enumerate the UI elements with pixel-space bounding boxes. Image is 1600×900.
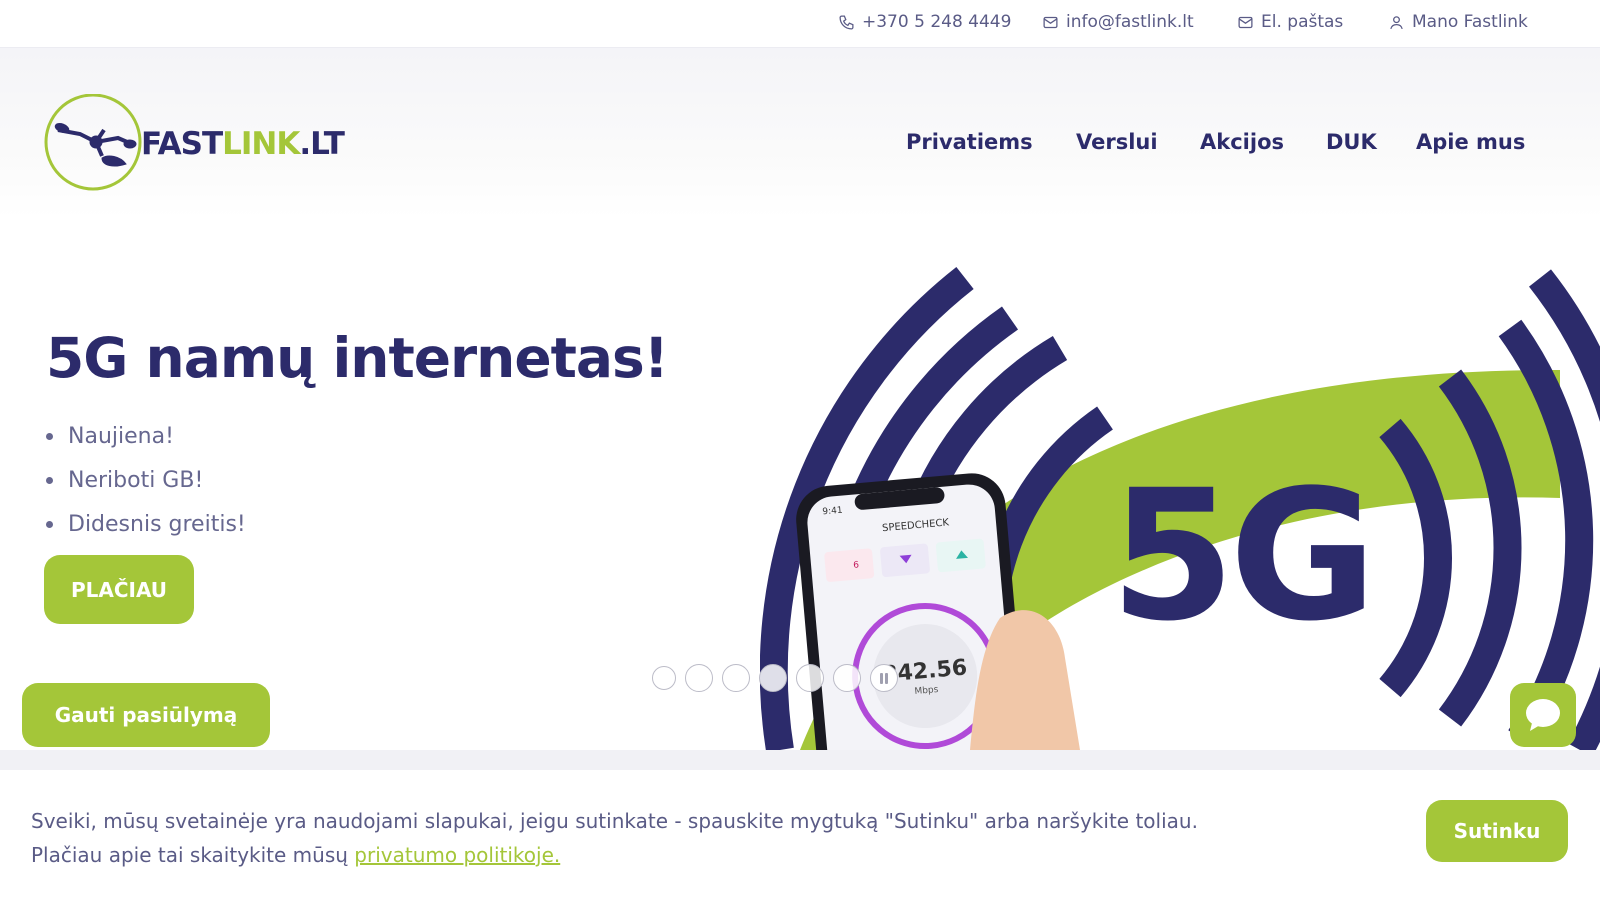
bullet-item: Neriboti GB! — [46, 458, 246, 502]
section-divider — [0, 750, 1600, 770]
hero-bullets: Naujiena! Neriboti GB! Didesnis greitis! — [46, 414, 246, 546]
account-label: Mano Fastlink — [1412, 12, 1528, 32]
cookie-line-2-prefix: Plačiau apie tai skaitykite mūsų — [31, 843, 355, 867]
art-5g-text: 5G — [1110, 452, 1371, 661]
nav-item-apie-mus[interactable]: Apie mus — [1416, 130, 1525, 154]
privacy-policy-link[interactable]: privatumo politikoje. — [354, 843, 560, 867]
more-info-button[interactable]: PLAČIAU — [44, 555, 194, 624]
cookie-banner: Sveiki, mūsų svetainėje yra naudojami sl… — [0, 770, 1600, 900]
mail-icon — [1043, 16, 1058, 28]
signal-waves-right — [1379, 269, 1600, 750]
slider-pagination — [652, 664, 898, 692]
logo-text-link: LINK — [222, 126, 301, 162]
phone-icon — [839, 14, 854, 30]
account-link[interactable]: Mano Fastlink — [1388, 12, 1528, 32]
phone-number: +370 5 248 4449 — [862, 12, 1012, 32]
email-address: info@fastlink.lt — [1066, 12, 1194, 32]
cookie-line-1: Sveiki, mūsų svetainėje yra naudojami sl… — [31, 809, 1198, 833]
get-offer-button[interactable]: Gauti pasiūlymą — [22, 683, 270, 747]
bullet-item: Naujiena! — [46, 414, 246, 458]
pause-icon[interactable] — [870, 664, 898, 692]
cookie-message: Sveiki, mūsų svetainėje yra naudojami sl… — [31, 804, 1198, 872]
nav-item-verslui[interactable]: Verslui — [1076, 130, 1158, 154]
slider-dot[interactable] — [685, 664, 713, 692]
chat-bubble-icon — [1526, 699, 1560, 731]
chat-widget-button[interactable] — [1510, 683, 1576, 747]
hero-title: 5G namų internetas! — [46, 326, 669, 390]
logo-emblem: FASTLINK.LT — [44, 93, 346, 191]
slider-dot[interactable] — [722, 664, 750, 692]
phone-speed-unit: Mbps — [914, 685, 939, 697]
slider-dot[interactable] — [796, 664, 824, 692]
phone-link[interactable]: +370 5 248 4449 — [838, 12, 1011, 32]
cookie-line-2: Plačiau apie tai skaitykite mūsų privatu… — [31, 838, 1198, 872]
cookie-agree-button[interactable]: Sutinku — [1426, 800, 1568, 862]
webmail-label: El. paštas — [1261, 12, 1344, 32]
email-link[interactable]: info@fastlink.lt — [1042, 12, 1194, 32]
nav-item-privatiems[interactable]: Privatiems — [906, 130, 1033, 154]
phone-time: 9:41 — [822, 506, 843, 518]
phone-small-value: 6 — [853, 560, 860, 570]
svg-text:FASTLINK.LT: FASTLINK.LT — [141, 126, 345, 162]
top-bar: +370 5 248 4449 info@fastlink.lt El. paš… — [0, 0, 1600, 48]
mail-icon — [1238, 16, 1253, 28]
user-icon — [1390, 15, 1403, 29]
slider-dot[interactable] — [833, 664, 861, 692]
webmail-link[interactable]: El. paštas — [1237, 12, 1343, 32]
slider-dot[interactable] — [652, 666, 676, 690]
nav-item-duk[interactable]: DUK — [1326, 130, 1377, 154]
logo-text-fast: FAST — [141, 126, 223, 162]
site-logo[interactable]: FASTLINK.LT — [44, 93, 364, 194]
nav-item-akcijos[interactable]: Akcijos — [1200, 130, 1284, 154]
bullet-item: Didesnis greitis! — [46, 502, 246, 546]
slider-dot[interactable] — [759, 664, 787, 692]
logo-text-lt: .LT — [299, 126, 344, 162]
